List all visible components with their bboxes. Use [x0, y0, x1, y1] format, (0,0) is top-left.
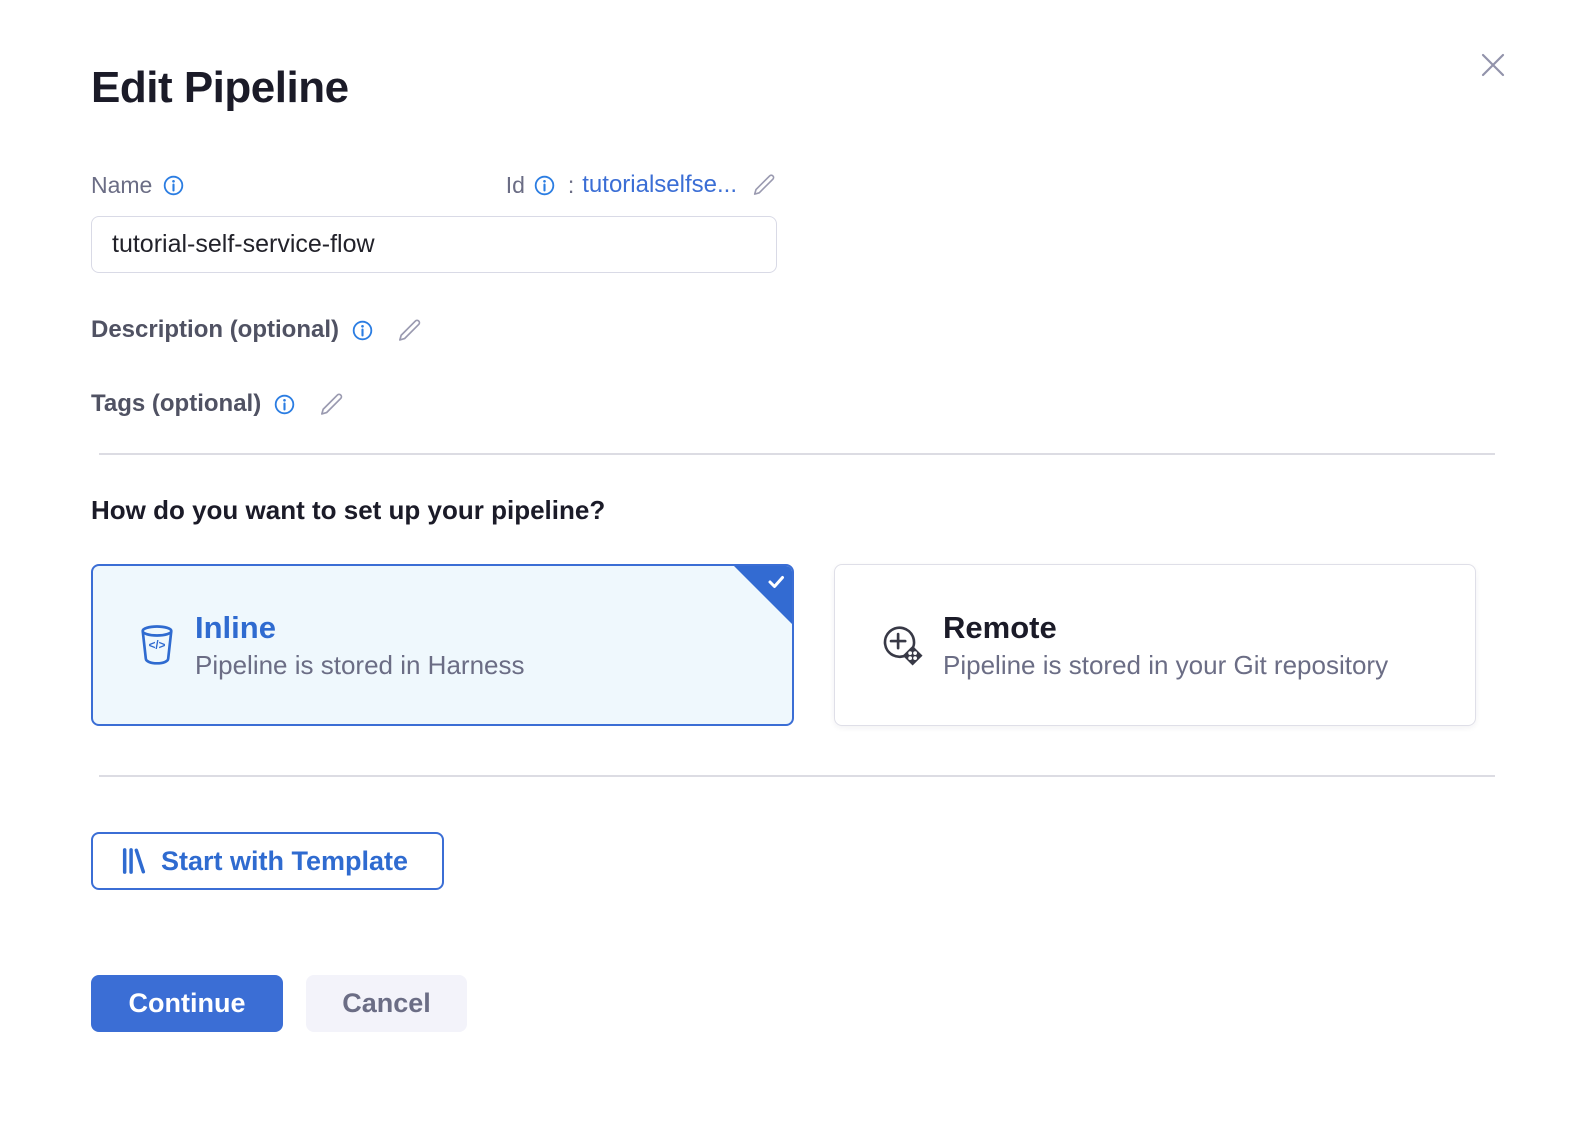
- edit-tags-button[interactable]: [318, 391, 345, 418]
- setup-heading: How do you want to set up your pipeline?: [91, 495, 1495, 526]
- id-label: Id: [506, 172, 525, 199]
- action-row: Continue Cancel: [91, 975, 1495, 1032]
- template-library-icon: [121, 847, 147, 875]
- remote-storage-icon: [879, 622, 925, 668]
- pencil-icon: [751, 172, 777, 198]
- id-value-link[interactable]: tutorialselfse...: [582, 171, 737, 199]
- description-label: Description (optional): [91, 316, 339, 344]
- pipeline-id-group: Id : tutorialselfse...: [506, 171, 777, 199]
- id-separator: :: [568, 172, 574, 199]
- close-icon: [1476, 48, 1510, 82]
- info-icon[interactable]: [533, 174, 556, 197]
- storage-option-cards: </> Inline Pipeline is stored in Harness: [91, 564, 1495, 726]
- option-card-inline[interactable]: </> Inline Pipeline is stored in Harness: [91, 564, 794, 726]
- divider: [99, 775, 1495, 777]
- tags-label: Tags (optional): [91, 390, 261, 418]
- inline-storage-icon: </>: [137, 623, 177, 667]
- description-row: Description (optional): [91, 316, 1495, 344]
- name-label: Name: [91, 172, 152, 199]
- info-icon[interactable]: [351, 319, 374, 342]
- option-card-remote[interactable]: Remote Pipeline is stored in your Git re…: [834, 564, 1476, 726]
- close-button[interactable]: [1474, 46, 1512, 84]
- cancel-button[interactable]: Cancel: [306, 975, 467, 1032]
- continue-button[interactable]: Continue: [91, 975, 283, 1032]
- dialog-title: Edit Pipeline: [91, 63, 1495, 113]
- selected-corner-badge: [734, 566, 792, 624]
- pipeline-name-input[interactable]: [91, 216, 777, 273]
- check-icon: [766, 573, 786, 591]
- name-label-group: Name: [91, 172, 185, 199]
- option-description: Pipeline is stored in your Git repositor…: [943, 650, 1388, 681]
- start-with-template-button[interactable]: Start with Template: [91, 832, 444, 890]
- tags-row: Tags (optional): [91, 390, 1495, 418]
- option-title: Remote: [943, 610, 1388, 646]
- edit-pipeline-dialog: Edit Pipeline Name Id : tutorialselfse.: [0, 0, 1594, 1134]
- pencil-icon: [396, 317, 423, 344]
- dialog-content: Edit Pipeline Name Id : tutorialselfse.: [0, 0, 1594, 1032]
- info-icon[interactable]: [162, 174, 185, 197]
- option-description: Pipeline is stored in Harness: [195, 650, 525, 681]
- info-icon[interactable]: [273, 393, 296, 416]
- divider: [99, 453, 1495, 455]
- svg-text:</>: </>: [149, 639, 166, 652]
- name-id-row: Name Id : tutorialselfse...: [91, 171, 777, 199]
- edit-description-button[interactable]: [396, 317, 423, 344]
- option-title: Inline: [195, 610, 525, 646]
- edit-id-button[interactable]: [751, 172, 777, 198]
- pencil-icon: [318, 391, 345, 418]
- start-with-template-label: Start with Template: [161, 846, 408, 877]
